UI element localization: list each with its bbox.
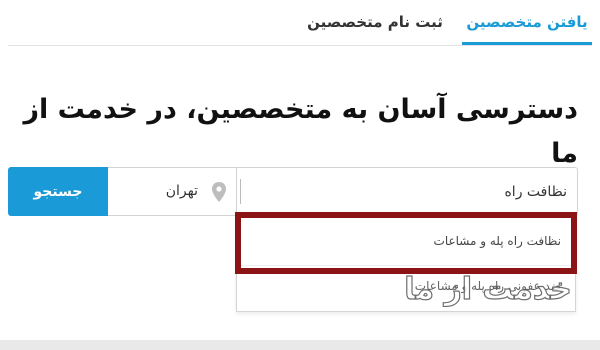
search-button[interactable]: جستجو [8, 167, 108, 216]
field-divider [240, 179, 241, 204]
tab-bar: یافتن متخصصین ثبت نام متخصصین [8, 0, 592, 46]
footer-strip [0, 340, 600, 350]
suggestion-item[interactable]: نظافت راه پله و مشاعات [237, 221, 575, 261]
tab-register-expert[interactable]: ثبت نام متخصصین [300, 0, 450, 45]
tab-find-experts[interactable]: یافتن متخصصین [462, 0, 592, 45]
hero-title: دسترسی آسان به متخصصین، در خدمت از ما [23, 94, 578, 169]
location-field[interactable]: تهران [108, 167, 236, 216]
location-value: تهران [165, 183, 198, 199]
search-bar: جستجو تهران [8, 167, 578, 216]
map-pin-icon [212, 182, 226, 202]
service-search-input[interactable] [236, 167, 578, 216]
watermark-logo: خدمت از ما [404, 271, 572, 307]
